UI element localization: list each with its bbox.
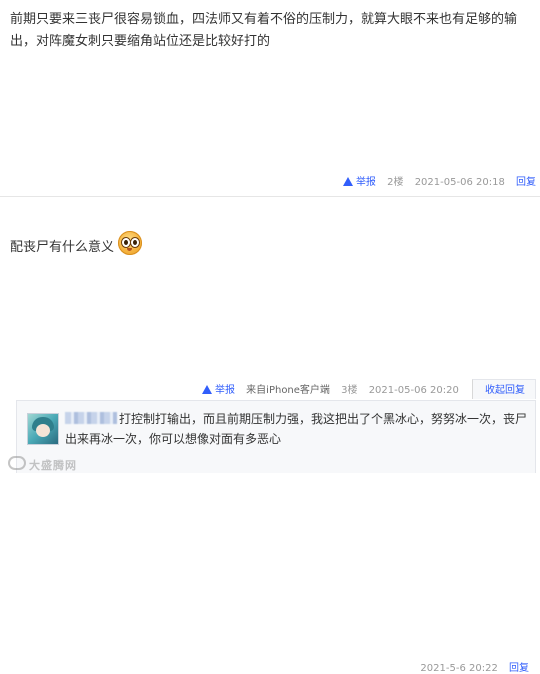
post-content: 配丧尸有什么意义	[10, 231, 534, 259]
sub-reply-content: 打控制打输出，而且前期压制力强，我这把出了个黑冰心，努努冰一次，丧尸出来再冰一次…	[65, 409, 527, 449]
report-link[interactable]: 举报	[342, 173, 376, 188]
reply-link[interactable]: 回复	[516, 173, 536, 188]
client-source-link[interactable]: 来自iPhone客户端	[246, 381, 330, 396]
avatar[interactable]	[27, 413, 59, 445]
eyes-sparkle-emoji-icon	[118, 231, 143, 255]
post-meta: 举报 2楼 2021-05-06 20:18 回复	[342, 173, 536, 188]
warning-icon	[201, 385, 212, 394]
watermark-logo-icon	[8, 456, 26, 470]
post-meta: 举报 来自iPhone客户端 3楼 2021-05-06 20:20 收起回复	[201, 379, 536, 399]
sub-reply-meta: 2021-5-6 20:22 回复	[412, 659, 529, 674]
report-link[interactable]: 举报	[201, 381, 235, 396]
floor-number: 3楼	[341, 385, 358, 396]
post-text: 配丧尸有什么意义	[10, 240, 115, 255]
post-time: 2021-05-06 20:20	[368, 385, 459, 396]
post-floor-2: 前期只要来三丧尸很容易锁血，四法师又有着不俗的压制力，就算大眼不来也有足够的输出…	[0, 0, 540, 196]
post-floor-3: 配丧尸有什么意义 举报 来自iPhone客户端 3楼 2021-05-06 20…	[0, 196, 540, 674]
post-time: 2021-05-06 20:18	[414, 177, 505, 188]
floor-number: 2楼	[387, 177, 404, 188]
collapse-replies-button[interactable]: 收起回复	[472, 379, 536, 399]
sub-reply-time: 2021-5-6 20:22	[420, 663, 498, 674]
sub-reply-text: 打控制打输出，而且前期压制力强，我这把出了个黑冰心，努努冰一次，丧尸出来再冰一次…	[65, 412, 528, 446]
post-content: 前期只要来三丧尸很容易锁血，四法师又有着不俗的压制力，就算大眼不来也有足够的输出…	[10, 12, 518, 49]
warning-icon	[342, 177, 353, 186]
blurred-username[interactable]	[65, 412, 117, 424]
watermark: 大盛腾网	[8, 456, 77, 473]
sub-reply-link[interactable]: 回复	[509, 663, 529, 674]
sub-reply-box: 打控制打输出，而且前期压制力强，我这把出了个黑冰心，努努冰一次，丧尸出来再冰一次…	[16, 400, 536, 674]
